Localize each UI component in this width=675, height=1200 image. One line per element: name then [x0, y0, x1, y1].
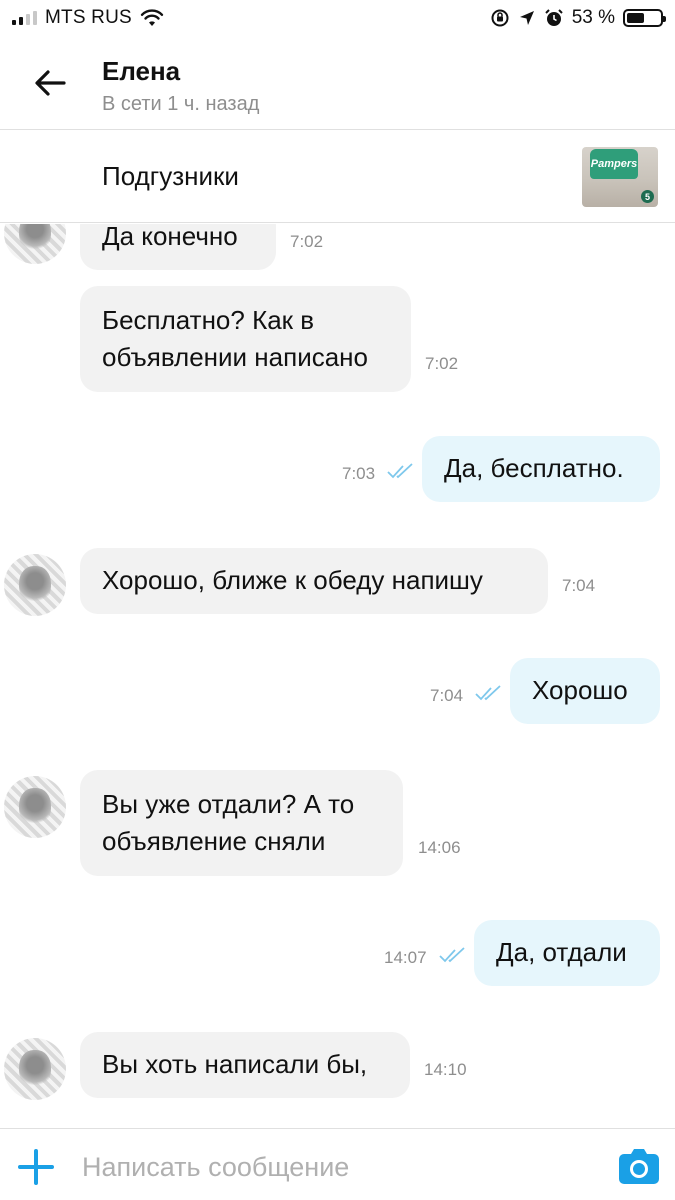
avatar[interactable] — [4, 554, 66, 616]
message-bubble-incoming[interactable]: Да конечно — [80, 224, 276, 270]
avatar[interactable] — [4, 1038, 66, 1100]
message-time: 7:02 — [425, 354, 459, 373]
message-bubble-outgoing[interactable]: Да, бесплатно. — [422, 436, 660, 502]
add-attachment-button[interactable] — [14, 1145, 58, 1189]
read-checkmarks-icon — [475, 685, 501, 701]
thumb-size-badge: 5 — [641, 190, 654, 203]
back-button[interactable] — [22, 60, 78, 106]
avatar[interactable] — [4, 776, 66, 838]
status-bar: MTS RUS 53 % — [0, 0, 675, 36]
message-time: 7:04 — [562, 576, 596, 595]
message-time: 7:03 — [342, 464, 376, 483]
contact-name[interactable]: Елена — [102, 56, 180, 87]
message-list[interactable]: Да конечно 7:02 Бесплатно? Как в объявле… — [0, 224, 675, 1128]
message-time: 14:06 — [418, 838, 461, 857]
listing-thumbnail[interactable]: Pampers 5 — [582, 147, 658, 207]
carrier-name: MTS RUS — [45, 7, 132, 28]
message-time: 14:10 — [424, 1060, 467, 1079]
message-bubble-incoming[interactable]: Вы уже отдали? А то объявление сняли — [80, 770, 403, 876]
listing-title[interactable]: Подгузники — [102, 161, 239, 192]
read-checkmarks-icon — [387, 463, 413, 479]
location-arrow-icon — [519, 11, 534, 25]
arrow-left-icon — [35, 70, 66, 96]
thumb-brand: Pampers — [590, 149, 638, 179]
message-time: 14:07 — [384, 948, 427, 967]
battery-fill — [627, 13, 644, 23]
message-bubble-incoming[interactable]: Хорошо, ближе к обеду напишу — [80, 548, 548, 614]
message-bubble-incoming[interactable]: Бесплатно? Как в объявлении написано — [80, 286, 411, 392]
message-bubble-incoming[interactable]: Вы хоть написали бы, — [80, 1032, 410, 1098]
chat-header: Елена В сети 1 ч. назад — [0, 36, 675, 130]
battery-percent: 53 % — [571, 7, 615, 28]
read-checkmarks-icon — [439, 947, 465, 963]
orientation-lock-icon — [491, 9, 509, 27]
cellular-signal-icon — [12, 11, 37, 25]
message-bubble-outgoing[interactable]: Хорошо — [510, 658, 660, 724]
wifi-icon — [140, 9, 164, 26]
camera-button[interactable] — [618, 1147, 660, 1185]
message-input[interactable] — [82, 1145, 592, 1189]
contact-status: В сети 1 ч. назад — [102, 93, 260, 115]
battery-icon — [623, 9, 666, 27]
listing-bar[interactable]: Подгузники Pampers 5 — [0, 131, 675, 223]
avatar[interactable] — [4, 224, 66, 264]
message-time: 7:02 — [290, 232, 324, 251]
message-bubble-outgoing[interactable]: Да, отдали — [474, 920, 660, 986]
message-composer — [0, 1128, 675, 1200]
message-time: 7:04 — [430, 686, 464, 705]
alarm-icon — [544, 9, 563, 26]
